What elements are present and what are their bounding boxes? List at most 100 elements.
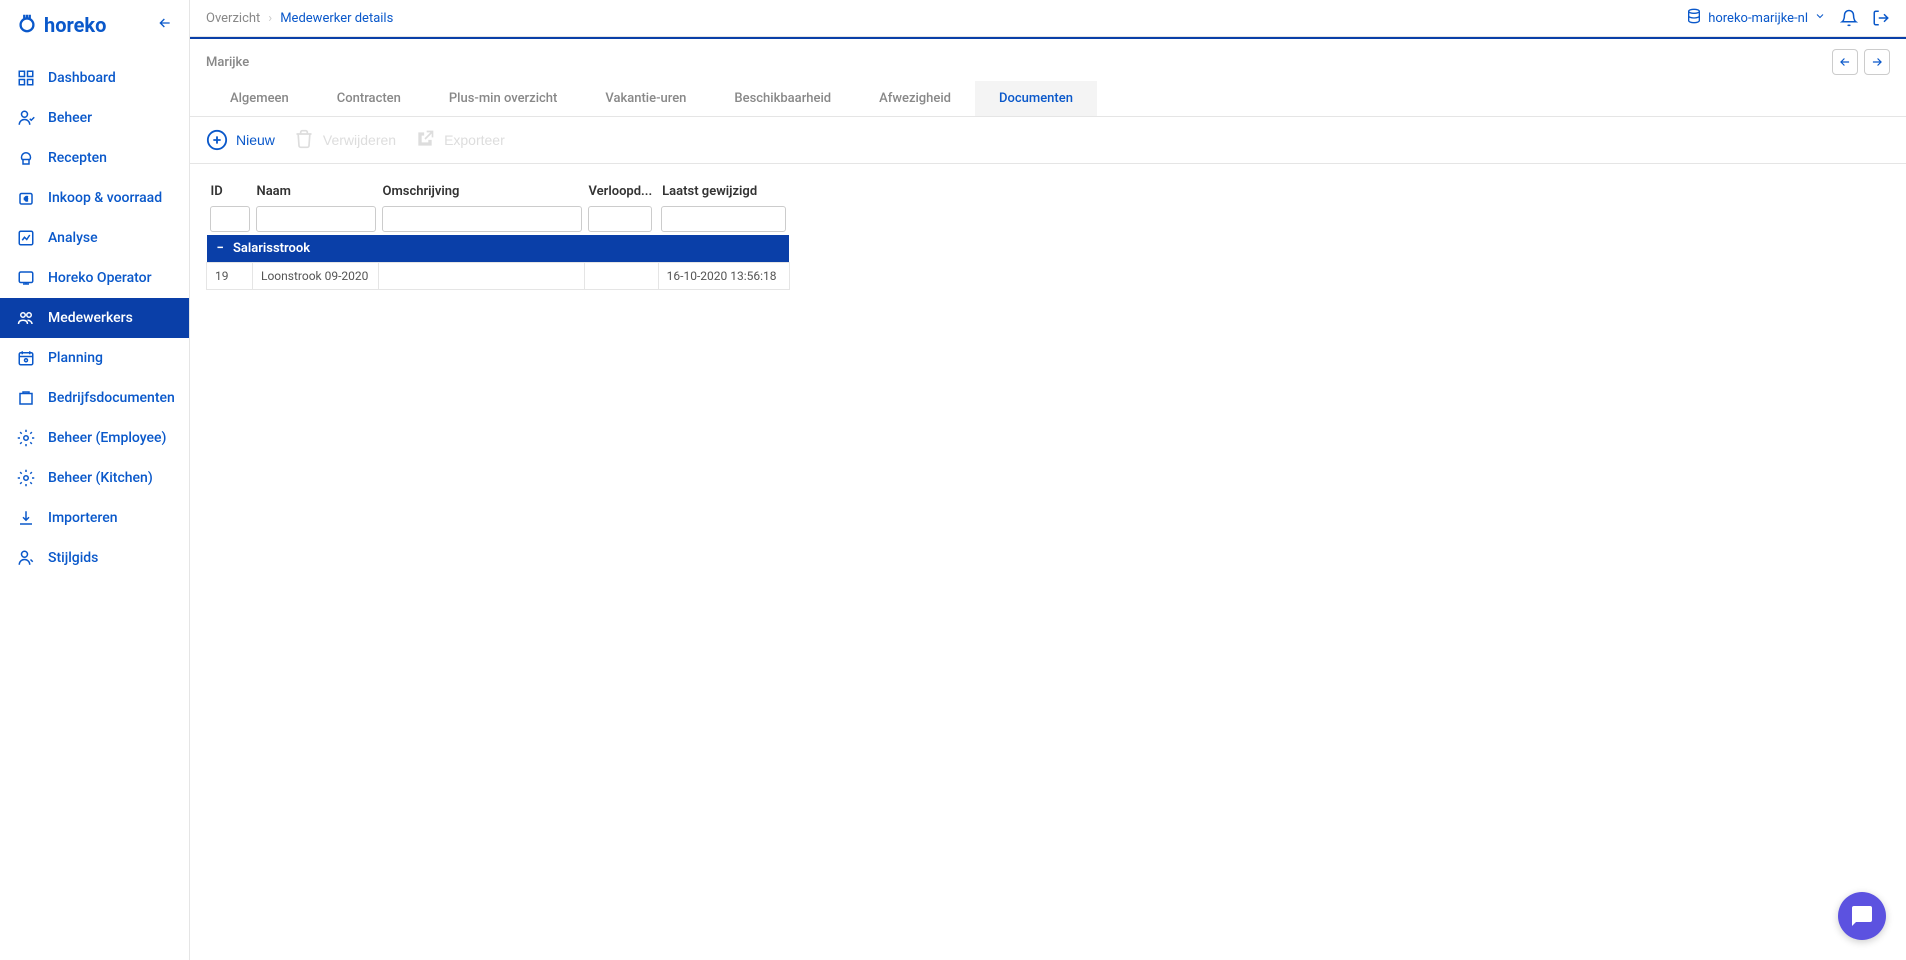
export-button-label: Exporteer	[444, 132, 505, 148]
filter-modified-input[interactable]	[661, 206, 786, 232]
tab-documenten[interactable]: Documenten	[975, 81, 1097, 116]
breadcrumb: Overzicht › Medewerker details	[206, 11, 393, 26]
new-button-label: Nieuw	[236, 132, 275, 148]
documents-table: ID Naam Omschrijving Verloopd... Laatst …	[206, 180, 790, 290]
nav-item-label: Dashboard	[48, 70, 116, 86]
tab-vakantie[interactable]: Vakantie-uren	[581, 81, 710, 116]
logout-icon[interactable]	[1872, 9, 1890, 27]
nav-item-label: Beheer	[48, 110, 92, 126]
export-icon	[414, 129, 436, 151]
nav-item-label: Beheer (Kitchen)	[48, 470, 153, 486]
nav-list: Dashboard Beheer Recepten € Inkoop & voo…	[0, 50, 189, 586]
svg-text:€: €	[24, 196, 28, 203]
nav-item-label: Importeren	[48, 510, 118, 526]
stock-icon: €	[16, 188, 36, 208]
new-button[interactable]: Nieuw	[206, 129, 275, 151]
nav-item-label: Recepten	[48, 150, 107, 166]
bell-icon[interactable]	[1840, 9, 1858, 27]
import-icon	[16, 508, 36, 528]
planning-icon	[16, 348, 36, 368]
database-icon	[1686, 8, 1702, 28]
nav-item-beheer-kitchen[interactable]: Beheer (Kitchen)	[0, 458, 189, 498]
chevron-down-icon	[1814, 10, 1826, 26]
documents-icon	[16, 388, 36, 408]
nav-item-label: Planning	[48, 350, 103, 366]
gear-icon	[16, 468, 36, 488]
page-header: Marijke	[190, 39, 1906, 81]
nav-item-inkoop[interactable]: € Inkoop & voorraad	[0, 178, 189, 218]
topbar: Overzicht › Medewerker details horeko-ma…	[190, 0, 1906, 37]
tab-beschikbaarheid[interactable]: Beschikbaarheid	[710, 81, 855, 116]
breadcrumb-item[interactable]: Overzicht	[206, 11, 260, 26]
recipe-icon	[16, 148, 36, 168]
nav-item-documents[interactable]: Bedrijfsdocumenten	[0, 378, 189, 418]
nav-item-beheer-employee[interactable]: Beheer (Employee)	[0, 418, 189, 458]
nav-item-stijlgids[interactable]: Stijlgids	[0, 538, 189, 578]
style-icon	[16, 548, 36, 568]
filter-id-input[interactable]	[210, 206, 250, 232]
cell-name: Loonstrook 09-2020	[253, 263, 379, 290]
nav-item-dashboard[interactable]: Dashboard	[0, 58, 189, 98]
previous-button[interactable]	[1832, 49, 1858, 75]
collapse-group-icon[interactable]: −	[217, 241, 224, 256]
nav-item-label: Inkoop & voorraad	[48, 190, 162, 206]
chart-icon	[16, 228, 36, 248]
nav-item-operator[interactable]: Horeko Operator	[0, 258, 189, 298]
tab-plusmin[interactable]: Plus-min overzicht	[425, 81, 581, 116]
nav-item-medewerkers[interactable]: Medewerkers	[0, 298, 189, 338]
trash-icon	[293, 129, 315, 151]
next-button[interactable]	[1864, 49, 1890, 75]
gear-icon	[16, 428, 36, 448]
export-button[interactable]: Exporteer	[414, 129, 505, 151]
chat-bubble[interactable]	[1838, 892, 1886, 940]
chevron-right-icon: ›	[268, 11, 272, 26]
table-area: ID Naam Omschrijving Verloopd... Laatst …	[190, 164, 1906, 306]
logo-icon	[16, 12, 38, 38]
table-group-row[interactable]: − Salarisstrook	[207, 235, 790, 263]
col-id-header[interactable]: ID	[207, 180, 253, 203]
tab-algemeen[interactable]: Algemeen	[206, 81, 313, 116]
cell-expires	[585, 263, 659, 290]
logo[interactable]: horeko	[16, 12, 106, 38]
filter-expires-input[interactable]	[588, 206, 652, 232]
delete-button-label: Verwijderen	[323, 132, 396, 148]
nav-item-label: Stijlgids	[48, 550, 98, 566]
table-row[interactable]: 19 Loonstrook 09-2020 16-10-2020 13:56:1…	[207, 263, 790, 290]
plus-circle-icon	[206, 129, 228, 151]
nav-item-beheer[interactable]: Beheer	[0, 98, 189, 138]
nav-item-analyse[interactable]: Analyse	[0, 218, 189, 258]
nav-item-label: Analyse	[48, 230, 98, 246]
tab-afwezigheid[interactable]: Afwezigheid	[855, 81, 975, 116]
col-description-header[interactable]: Omschrijving	[379, 180, 585, 203]
admin-icon	[16, 108, 36, 128]
cell-modified: 16-10-2020 13:56:18	[658, 263, 789, 290]
delete-button[interactable]: Verwijderen	[293, 129, 396, 151]
nav-item-recepten[interactable]: Recepten	[0, 138, 189, 178]
group-name: Salarisstrook	[233, 241, 310, 256]
nav-item-label: Bedrijfsdocumenten	[48, 390, 175, 406]
nav-item-label: Horeko Operator	[48, 270, 152, 286]
breadcrumb-item[interactable]: Medewerker details	[280, 11, 393, 26]
nav-item-planning[interactable]: Planning	[0, 338, 189, 378]
col-modified-header[interactable]: Laatst gewijzigd	[658, 180, 789, 203]
nav-item-label: Beheer (Employee)	[48, 430, 166, 446]
filter-name-input[interactable]	[256, 206, 376, 232]
cell-description	[379, 263, 585, 290]
page-title: Marijke	[206, 55, 249, 70]
tabs: Algemeen Contracten Plus-min overzicht V…	[190, 81, 1906, 117]
operator-icon	[16, 268, 36, 288]
collapse-sidebar-button[interactable]	[157, 15, 173, 35]
main: Overzicht › Medewerker details horeko-ma…	[190, 0, 1906, 960]
cell-id: 19	[207, 263, 253, 290]
col-name-header[interactable]: Naam	[253, 180, 379, 203]
account-name: horeko-marijke-nl	[1708, 11, 1808, 26]
tab-contracten[interactable]: Contracten	[313, 81, 425, 116]
toolbar: Nieuw Verwijderen Exporteer	[190, 117, 1906, 164]
col-expires-header[interactable]: Verloopd...	[585, 180, 659, 203]
account-selector[interactable]: horeko-marijke-nl	[1686, 8, 1826, 28]
filter-description-input[interactable]	[382, 206, 582, 232]
dashboard-icon	[16, 68, 36, 88]
chat-icon	[1850, 904, 1874, 928]
nav-item-importeren[interactable]: Importeren	[0, 498, 189, 538]
nav-item-label: Medewerkers	[48, 310, 133, 326]
